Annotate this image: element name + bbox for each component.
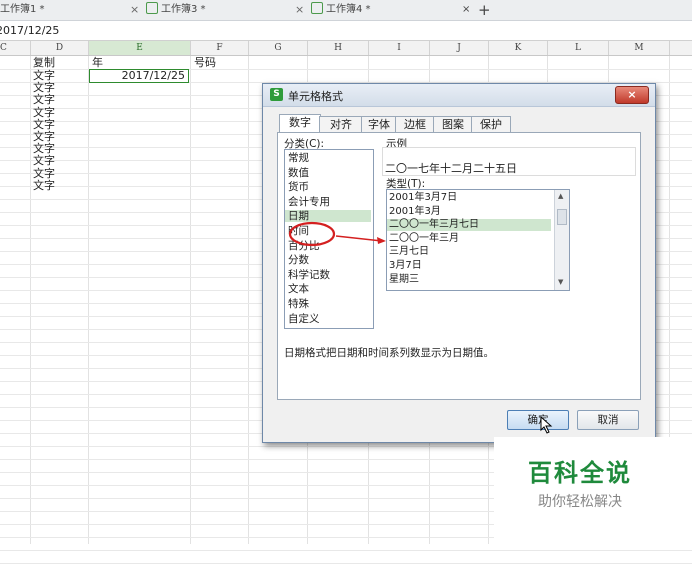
- annotation-overlay: [288, 221, 386, 247]
- column-headers: C D E F G H I J K L M: [0, 41, 692, 56]
- pointer-arrow-icon: [377, 237, 386, 244]
- wps-sheet-icon: S: [270, 88, 283, 101]
- cell-e2-value: 2017/12/25: [121, 69, 185, 82]
- cell-d-text[interactable]: 文字: [33, 179, 55, 192]
- close-button[interactable]: ×: [615, 86, 649, 104]
- selected-cell-e2[interactable]: 2017/12/25: [89, 69, 189, 83]
- cell-f1[interactable]: 号码: [194, 57, 216, 69]
- cell-d-text[interactable]: 文字: [33, 167, 55, 180]
- format-cells-dialog: S 单元格格式 × 数字 对齐 字体 边框 图案 保护 分类(C): 常规 数值货…: [262, 83, 656, 443]
- grid-column-line: [190, 56, 191, 544]
- tab-font[interactable]: 字体: [361, 116, 397, 133]
- close-icon[interactable]: ×: [462, 0, 470, 20]
- ok-button[interactable]: 确定: [507, 410, 569, 430]
- cell-e1[interactable]: 年: [92, 57, 103, 69]
- watermark-title: 百科全说: [528, 459, 632, 487]
- tab-workbook4[interactable]: × 工作簿4 *: [293, 0, 473, 20]
- cell-d-text[interactable]: 文字: [33, 155, 55, 167]
- column-header-d[interactable]: D: [31, 41, 89, 55]
- tab-workbook1[interactable]: 工作簿1 *: [0, 0, 130, 20]
- column-header-k[interactable]: K: [489, 41, 548, 55]
- tab-border[interactable]: 边框: [395, 116, 435, 133]
- number-tab-panel: 分类(C): 常规 数值 货币 会计专用 日期 时间 百分比 分数 科学记数 文本 特殊 自定义 示例…: [277, 132, 641, 400]
- tab-label: 工作簿4 *: [326, 4, 371, 15]
- new-tab-button[interactable]: +: [478, 0, 491, 20]
- grid-row-line: [0, 550, 692, 551]
- tab-protection[interactable]: 保护: [471, 116, 511, 133]
- watermark-subtitle: 助你轻松解决: [538, 494, 622, 510]
- column-header-f[interactable]: F: [191, 41, 249, 55]
- column-header-c[interactable]: C: [0, 41, 31, 55]
- tab-pattern[interactable]: 图案: [433, 116, 473, 133]
- dialog-title: 单元格格式: [288, 90, 343, 103]
- column-header-m[interactable]: M: [609, 41, 670, 55]
- cell-d-text[interactable]: 文字: [33, 106, 55, 119]
- column-header-j[interactable]: J: [430, 41, 489, 55]
- column-header-h[interactable]: H: [308, 41, 369, 55]
- cell-d1[interactable]: 复制: [33, 57, 55, 69]
- tab-alignment[interactable]: 对齐: [319, 116, 363, 133]
- mouse-cursor-icon: [540, 416, 553, 434]
- watermark-logo: 百科全说 助你轻松解决: [494, 437, 692, 544]
- pointer-arrow-line: [335, 235, 383, 242]
- tab-number[interactable]: 数字: [279, 114, 321, 133]
- cell-d-text[interactable]: 文字: [33, 94, 55, 106]
- column-header-e[interactable]: E: [89, 41, 191, 55]
- cell-d-text[interactable]: 文字: [33, 118, 55, 131]
- cancel-button[interactable]: 取消: [577, 410, 639, 430]
- close-icon[interactable]: ×: [295, 0, 304, 20]
- grid-column-line: [30, 56, 31, 544]
- dialog-title-bar[interactable]: S 单元格格式 ×: [263, 84, 655, 107]
- close-icon[interactable]: ×: [130, 0, 139, 20]
- grid-column-line: [88, 56, 89, 544]
- grid-column-line: [248, 56, 249, 544]
- column-header-l[interactable]: L: [548, 41, 609, 55]
- workbook-icon: [146, 2, 158, 14]
- formula-value: 2017/12/25: [0, 24, 60, 37]
- formula-bar[interactable]: 2017/12/25: [0, 21, 692, 41]
- column-header-g[interactable]: G: [249, 41, 308, 55]
- tab-workbook3[interactable]: × 工作簿3 *: [128, 0, 278, 20]
- workbook-tab-bar: 工作簿1 * × 工作簿3 * × 工作簿4 * × +: [0, 0, 692, 21]
- tab-label: 工作簿3 *: [161, 4, 206, 15]
- tab-label: 工作簿1 *: [0, 4, 45, 15]
- column-header-i[interactable]: I: [369, 41, 430, 55]
- workbook-icon: [311, 2, 323, 14]
- highlight-circle: [288, 221, 336, 247]
